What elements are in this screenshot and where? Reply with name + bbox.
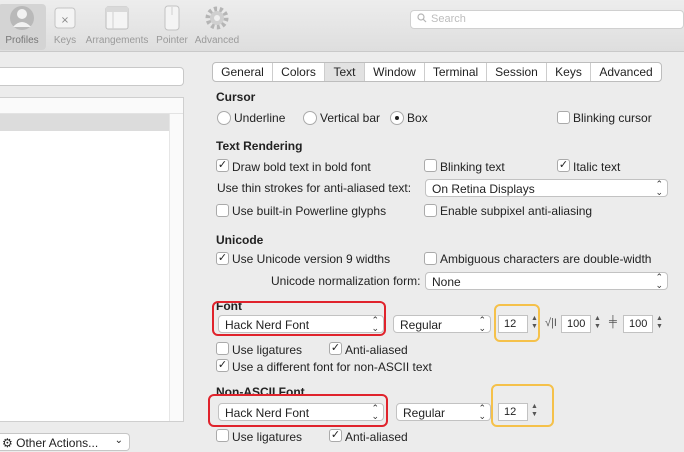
font-style-popup[interactable]: Regular ⌃ ⌄	[393, 315, 491, 333]
powerline-glyphs-label: Use built-in Powerline glyphs	[232, 204, 387, 218]
cursor-section-title: Cursor	[216, 90, 256, 104]
blinking-cursor-label: Blinking cursor	[573, 111, 652, 125]
cursor-underline-label: Underline	[234, 111, 286, 125]
profiles-list-scrollbar[interactable]	[169, 114, 183, 421]
subpixel-aa-label: Enable subpixel anti-aliasing	[440, 204, 593, 218]
font-anti-aliased-label: Anti-aliased	[345, 343, 408, 357]
ambiguous-double-width-label: Ambiguous characters are double-width	[440, 252, 652, 266]
normalization-form-value: None	[432, 275, 461, 289]
search-field[interactable]: Search	[410, 10, 684, 29]
tab-text[interactable]: Text	[325, 63, 365, 81]
normalization-form-popup[interactable]: None ⌃ ⌄	[425, 272, 668, 290]
vertical-spacing-field[interactable]: 100	[623, 315, 653, 333]
preferences-toolbar: Profiles × Keys Arrangements Pointer Adv…	[0, 0, 684, 52]
unicode-v9-widths-label: Use Unicode version 9 widths	[232, 252, 391, 266]
popup-arrows-icon: ⌃ ⌄	[478, 315, 486, 333]
draw-bold-checkbox[interactable]: ✓	[216, 159, 229, 172]
cursor-box-radio[interactable]	[390, 111, 404, 125]
arrangements-icon	[104, 4, 130, 32]
non-ascii-font-style-popup[interactable]: Regular ⌃ ⌄	[396, 403, 491, 421]
toolbar-label: Arrangements	[85, 35, 149, 46]
toolbar-label: Profiles	[5, 35, 39, 46]
toolbar-keys[interactable]: × Keys	[50, 4, 80, 46]
cursor-underline-radio[interactable]	[217, 111, 231, 125]
tab-colors[interactable]: Colors	[273, 63, 325, 81]
non-ascii-anti-aliased-label: Anti-aliased	[345, 430, 408, 444]
non-ascii-font-style-value: Regular	[403, 406, 446, 420]
non-ascii-font-highlight-box	[208, 394, 388, 427]
blinking-text-label: Blinking text	[440, 160, 505, 174]
profile-tabs: General Colors Text Window Terminal Sess…	[212, 62, 662, 82]
draw-bold-label: Draw bold text in bold font	[232, 160, 371, 174]
text-rendering-section-title: Text Rendering	[216, 139, 303, 153]
blinking-text-checkbox[interactable]	[424, 159, 437, 172]
tab-session[interactable]: Session	[487, 63, 547, 81]
unicode-section-title: Unicode	[216, 233, 264, 247]
thin-strokes-popup[interactable]: On Retina Displays ⌃ ⌄	[425, 179, 668, 197]
different-font-non-ascii-label: Use a different font for non-ASCII text	[232, 360, 432, 374]
toolbar-profiles[interactable]: Profiles	[0, 4, 46, 50]
non-ascii-font-size-highlight-box	[491, 384, 554, 427]
unicode-v9-widths-checkbox[interactable]: ✓	[216, 252, 229, 265]
popup-arrows-icon: ⌃ ⌄	[655, 272, 663, 290]
svg-text:×: ×	[61, 15, 69, 26]
profile-icon	[9, 4, 35, 32]
italic-text-checkbox[interactable]: ✓	[557, 159, 570, 172]
tab-general[interactable]: General	[213, 63, 273, 81]
search-icon	[417, 13, 427, 23]
tab-window[interactable]: Window	[365, 63, 425, 81]
ambiguous-double-width-checkbox[interactable]	[424, 252, 437, 265]
tab-terminal[interactable]: Terminal	[425, 63, 487, 81]
profiles-list-header	[0, 98, 183, 114]
thin-strokes-label: Use thin strokes for anti-aliased text:	[217, 181, 412, 195]
cursor-vertical-bar-radio[interactable]	[303, 111, 317, 125]
normalization-form-label: Unicode normalization form:	[271, 274, 421, 288]
popup-arrows-icon: ⌃ ⌄	[655, 179, 663, 197]
toolbar-advanced[interactable]: Advanced	[194, 4, 240, 46]
popup-arrows-icon: ⌃ ⌄	[478, 403, 486, 421]
font-anti-aliased-checkbox[interactable]: ✓	[329, 342, 342, 355]
chevron-down-icon: ⌄	[114, 435, 123, 446]
different-font-non-ascii-checkbox[interactable]: ✓	[216, 359, 229, 372]
horizontal-spacing-stepper[interactable]: ▲ ▼	[593, 315, 602, 333]
toolbar-label: Advanced	[194, 35, 240, 46]
thin-strokes-value: On Retina Displays	[432, 182, 535, 196]
pointer-icon	[159, 4, 185, 32]
search-placeholder: Search	[431, 13, 466, 25]
profile-filter-field[interactable]	[0, 67, 184, 86]
powerline-glyphs-checkbox[interactable]	[216, 204, 229, 217]
tab-keys[interactable]: Keys	[547, 63, 591, 81]
non-ascii-ligatures-label: Use ligatures	[232, 430, 303, 444]
cursor-vertical-bar-label: Vertical bar	[320, 111, 381, 125]
toolbar-arrangements[interactable]: Arrangements	[84, 4, 150, 46]
non-ascii-anti-aliased-checkbox[interactable]: ✓	[329, 429, 342, 442]
font-style-value: Regular	[400, 318, 443, 332]
tab-advanced[interactable]: Advanced	[591, 63, 661, 81]
font-ligatures-label: Use ligatures	[232, 343, 303, 357]
font-highlight-box	[212, 301, 386, 336]
horizontal-spacing-icon: √|I	[545, 317, 557, 329]
other-actions-label: Other Actions...	[16, 436, 99, 450]
toolbar-pointer[interactable]: Pointer	[154, 4, 190, 46]
non-ascii-ligatures-checkbox[interactable]	[216, 429, 229, 442]
gear-icon: ⚙	[2, 436, 13, 450]
profiles-list-selected-row[interactable]	[0, 114, 183, 131]
profiles-list[interactable]	[0, 97, 184, 422]
toolbar-label: Pointer	[156, 35, 188, 46]
vertical-spacing-icon: ╪	[609, 316, 617, 328]
other-actions-button[interactable]: ⚙ Other Actions... ⌄	[0, 433, 130, 451]
font-size-highlight-box	[494, 304, 540, 342]
blinking-cursor-checkbox[interactable]	[557, 111, 570, 124]
subpixel-aa-checkbox[interactable]	[424, 204, 437, 217]
vertical-spacing-stepper[interactable]: ▲ ▼	[655, 315, 664, 333]
gear-icon	[204, 4, 230, 32]
font-ligatures-checkbox[interactable]	[216, 342, 229, 355]
keys-icon: ×	[52, 4, 78, 32]
toolbar-label: Keys	[53, 35, 77, 46]
italic-text-label: Italic text	[573, 160, 621, 174]
cursor-box-label: Box	[407, 111, 428, 125]
horizontal-spacing-field[interactable]: 100	[561, 315, 591, 333]
